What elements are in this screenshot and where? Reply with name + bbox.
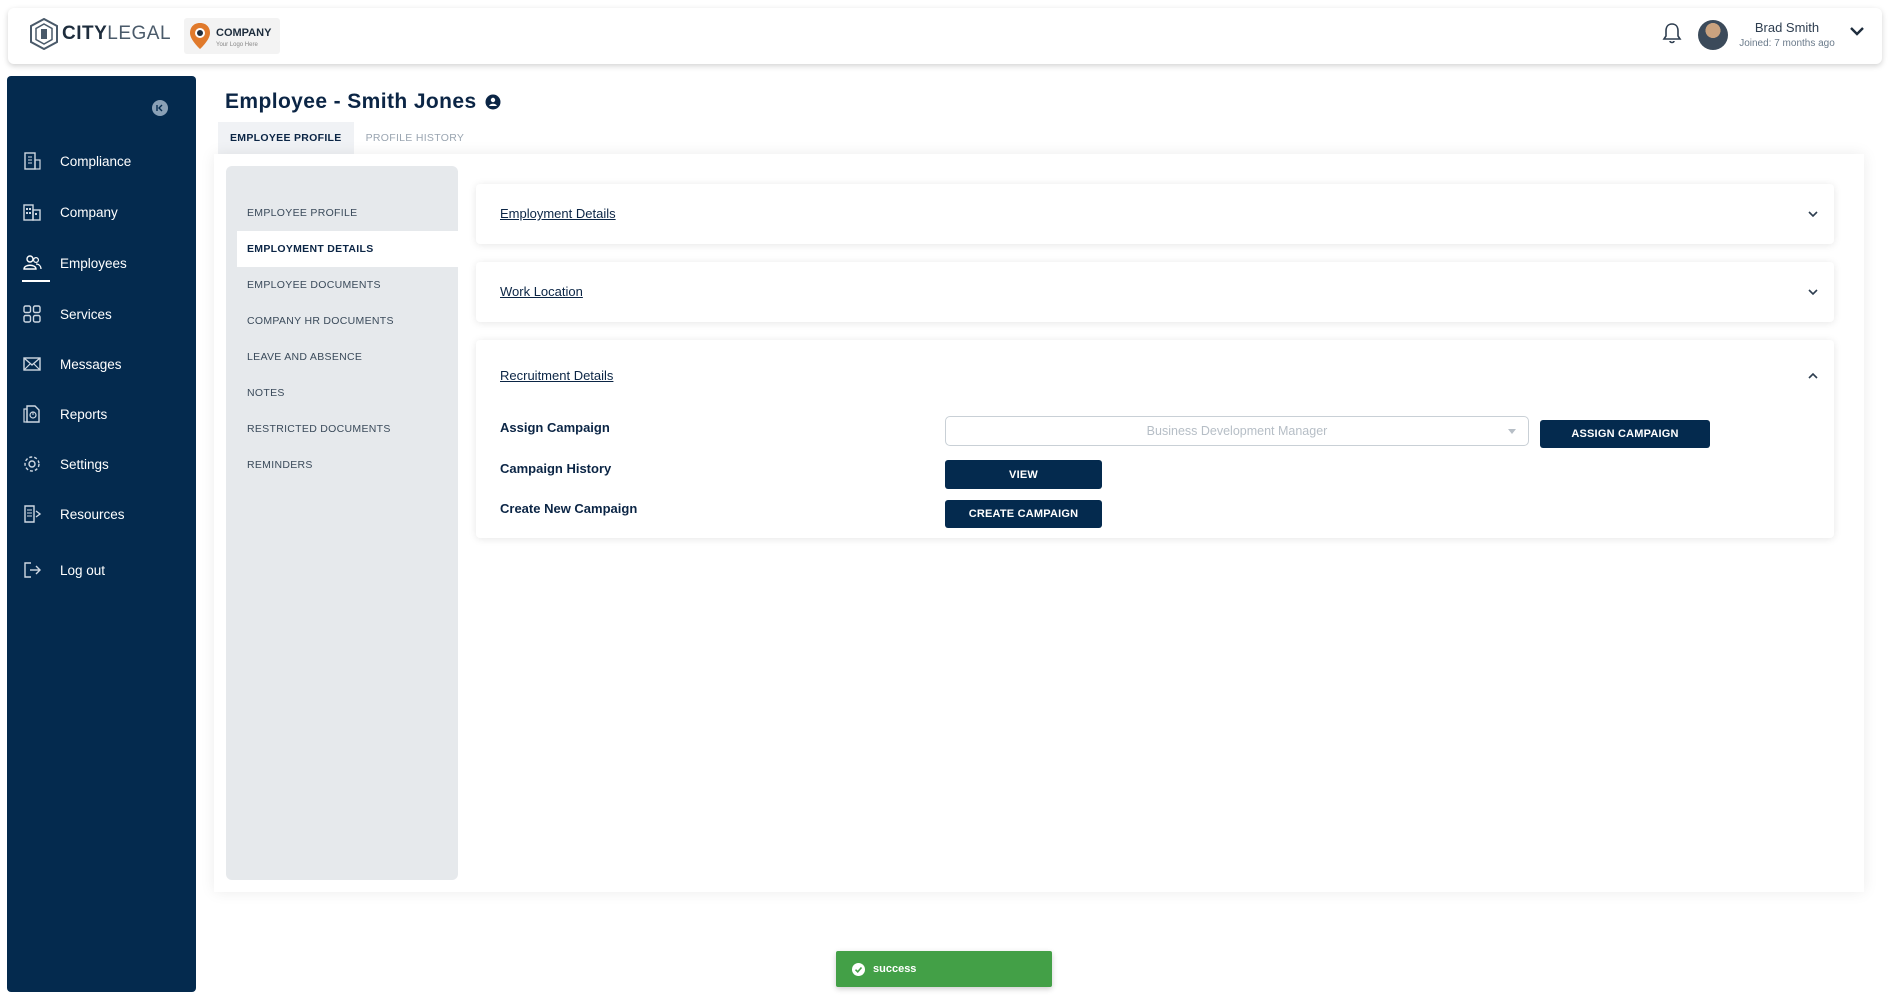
sidebar-item-label: Settings — [60, 456, 109, 472]
sidebar-item-messages[interactable]: Messages — [22, 351, 122, 377]
page-title: Employee - Smith Jones — [225, 90, 501, 114]
assign-campaign-button[interactable]: ASSIGN CAMPAIGN — [1540, 420, 1710, 448]
recruitment-details-toggle[interactable]: Recruitment Details — [500, 368, 613, 383]
gear-icon — [24, 456, 40, 472]
subnav-item-company-hr-documents[interactable]: COMPANY HR DOCUMENTS — [237, 303, 458, 339]
success-toast: success — [836, 951, 1052, 987]
subnav-item-restricted-documents[interactable]: RESTRICTED DOCUMENTS — [237, 411, 458, 447]
sidebar-item-label: Services — [60, 306, 112, 322]
chevron-down-icon[interactable] — [1806, 285, 1820, 299]
company-tagline: Your Logo Here — [216, 42, 258, 48]
brand-logo[interactable]: CITYLEGAL — [30, 18, 171, 50]
mail-icon — [23, 357, 41, 371]
collapse-left-icon — [156, 104, 163, 112]
sidebar-item-employees[interactable]: Employees — [22, 250, 127, 282]
tab-employee-profile[interactable]: EMPLOYEE PROFILE — [218, 122, 354, 154]
check-circle-icon — [852, 962, 865, 976]
building-icon — [23, 204, 41, 221]
campaign-select-value: Business Development Manager — [1146, 424, 1328, 438]
toast-message: success — [873, 963, 917, 975]
subnav-item-leave-and-absence[interactable]: LEAVE AND ABSENCE — [237, 339, 458, 375]
report-icon — [23, 405, 40, 423]
recruitment-details-card: Recruitment Details Assign Campaign Busi… — [476, 340, 1834, 538]
company-name: COMPANY — [216, 27, 272, 39]
view-campaign-history-button[interactable]: VIEW — [945, 460, 1102, 489]
tab-profile-history[interactable]: PROFILE HISTORY — [354, 122, 477, 154]
chevron-down-icon[interactable] — [1806, 207, 1820, 221]
resources-icon — [24, 505, 42, 523]
create-campaign-button[interactable]: CREATE CAMPAIGN — [945, 500, 1102, 528]
company-logo: COMPANY Your Logo Here — [184, 18, 280, 54]
user-name: Brad Smith — [1754, 20, 1820, 35]
sidebar-item-services[interactable]: Services — [22, 301, 112, 327]
work-location-toggle[interactable]: Work Location — [500, 284, 583, 299]
subnav-item-reminders[interactable]: REMINDERS — [237, 447, 458, 483]
user-info-icon[interactable] — [485, 94, 501, 110]
profile-subnav: EMPLOYEE PROFILE EMPLOYMENT DETAILS EMPL… — [226, 166, 458, 880]
sidebar-item-company[interactable]: Company — [22, 199, 118, 225]
location-pin-icon — [190, 23, 210, 49]
chevron-up-icon[interactable] — [1806, 369, 1820, 383]
logout-icon — [24, 562, 41, 578]
sidebar-item-label: Resources — [60, 506, 125, 522]
sidebar-item-logout[interactable]: Log out — [22, 557, 105, 583]
bell-icon[interactable] — [1662, 22, 1682, 44]
sidebar-item-label: Employees — [60, 255, 127, 271]
subnav-item-employment-details[interactable]: EMPLOYMENT DETAILS — [237, 231, 458, 267]
employment-details-card: Employment Details — [476, 184, 1834, 244]
profile-tabs: EMPLOYEE PROFILE PROFILE HISTORY — [218, 122, 476, 154]
sidebar-item-reports[interactable]: Reports — [22, 401, 107, 427]
sidebar-item-resources[interactable]: Resources — [22, 501, 125, 527]
caret-down-icon — [1508, 429, 1516, 434]
subnav-item-employee-profile[interactable]: EMPLOYEE PROFILE — [237, 195, 458, 231]
sidebar-item-label: Messages — [60, 356, 122, 372]
users-icon — [23, 255, 42, 270]
avatar[interactable] — [1698, 20, 1728, 50]
chevron-down-icon[interactable] — [1848, 22, 1866, 40]
subnav-item-notes[interactable]: NOTES — [237, 375, 458, 411]
subnav-item-employee-documents[interactable]: EMPLOYEE DOCUMENTS — [237, 267, 458, 303]
grid-icon — [23, 305, 41, 323]
sidebar-item-label: Log out — [60, 562, 106, 578]
sidebar-item-settings[interactable]: Settings — [22, 451, 109, 477]
sidebar-collapse-button[interactable] — [152, 100, 168, 116]
sidebar-item-label: Reports — [60, 406, 108, 422]
page-title-text: Employee - Smith Jones — [225, 90, 477, 113]
sidebar-item-compliance[interactable]: Compliance — [22, 148, 131, 174]
user-joined-text: Joined: 7 months ago — [1739, 38, 1835, 49]
campaign-history-label: Campaign History — [500, 461, 612, 476]
assign-campaign-label: Assign Campaign — [500, 420, 610, 435]
brand-name: CITYLEGAL — [62, 23, 172, 44]
compliance-icon — [24, 152, 41, 170]
create-new-campaign-label: Create New Campaign — [500, 501, 638, 516]
citylegal-logo-icon — [30, 18, 58, 50]
work-location-card: Work Location — [476, 262, 1834, 322]
campaign-select[interactable]: Business Development Manager — [945, 416, 1529, 446]
top-header: CITYLEGAL COMPANY Your Logo Here Brad Sm… — [8, 8, 1882, 64]
employment-details-toggle[interactable]: Employment Details — [500, 206, 616, 221]
sidebar-item-label: Compliance — [60, 153, 132, 169]
sidebar-item-label: Company — [60, 204, 118, 220]
